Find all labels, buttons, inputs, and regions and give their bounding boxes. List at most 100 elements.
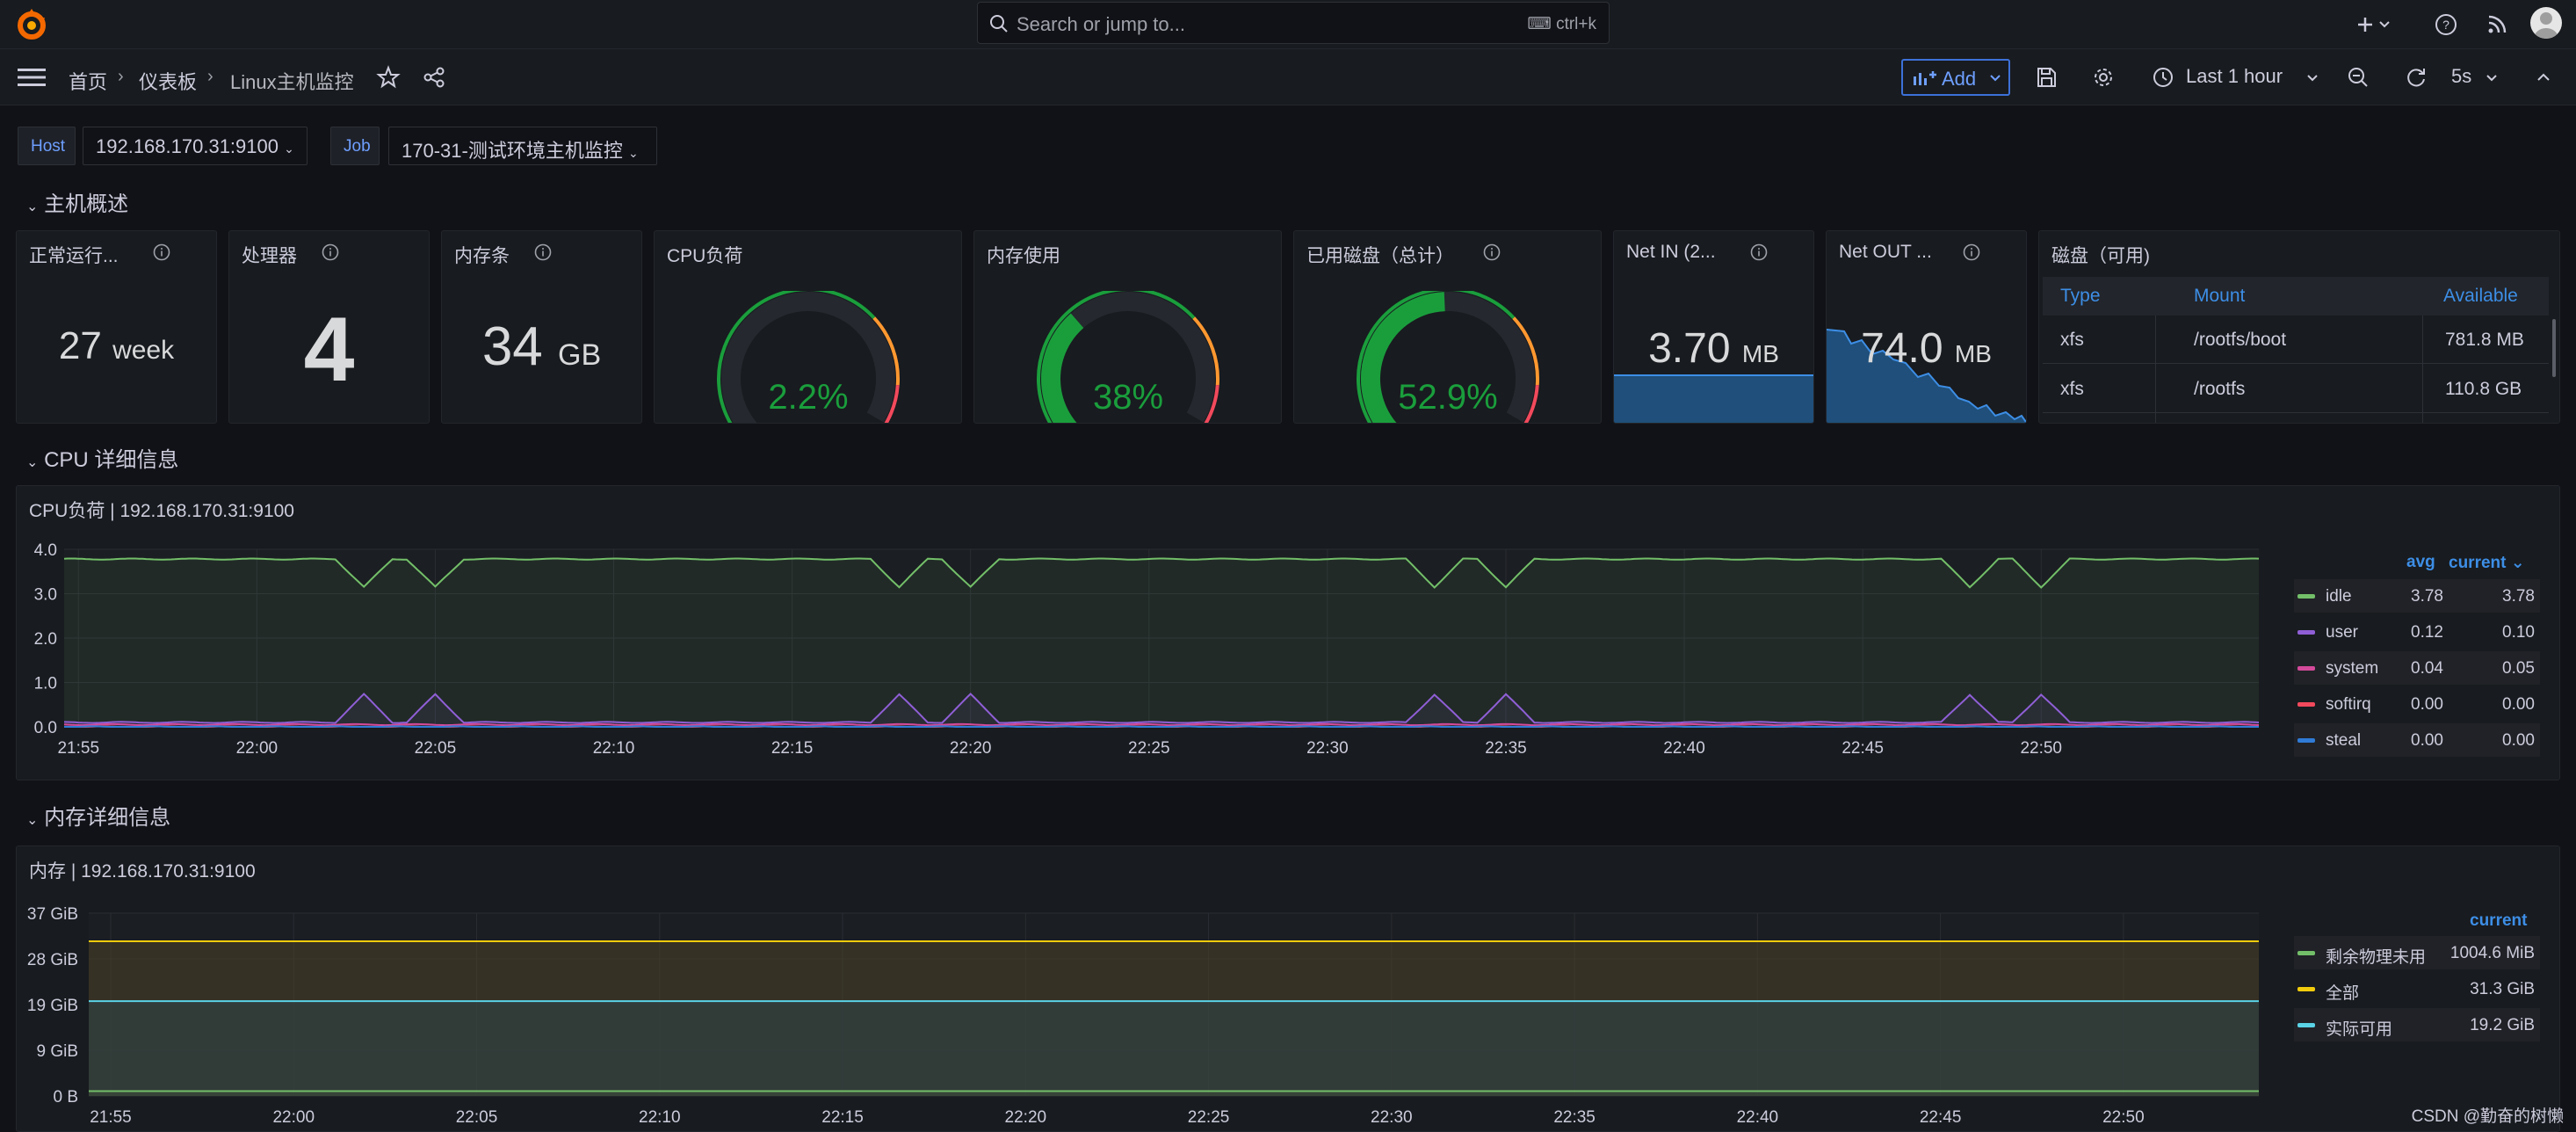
add-panel-button[interactable]: Add bbox=[1901, 59, 2010, 96]
y-tick-label: 1.0 bbox=[34, 675, 57, 693]
rss-news-icon[interactable] bbox=[2483, 11, 2511, 39]
legend-swatch bbox=[2297, 987, 2315, 991]
dashboard-nav-bar: 首页 › 仪表板 › Linux主机监控 Add Last 1 hour 5s bbox=[0, 49, 2576, 105]
legend-avg: 0.00 bbox=[2411, 695, 2443, 714]
add-label: Add bbox=[1942, 68, 1977, 90]
save-icon[interactable] bbox=[2034, 65, 2059, 90]
row-header-cpu[interactable]: ⌄ CPU 详细信息 bbox=[26, 442, 178, 473]
search-bar[interactable]: Search or jump to... ⌨ ctrl+k bbox=[977, 2, 1610, 44]
legend-name: system bbox=[2326, 659, 2379, 678]
x-tick-label: 22:20 bbox=[950, 739, 992, 758]
y-tick-label: 9 GiB bbox=[36, 1042, 78, 1061]
panel-uptime[interactable]: 正常运行... 27 week bbox=[16, 230, 217, 424]
x-tick-label: 22:50 bbox=[2020, 739, 2062, 758]
info-icon[interactable] bbox=[533, 243, 553, 262]
share-icon[interactable] bbox=[422, 65, 446, 90]
breadcrumb-dashboards[interactable]: 仪表板 bbox=[139, 67, 197, 95]
refresh-interval-picker[interactable]: 5s bbox=[2451, 65, 2471, 88]
panel-net-in[interactable]: Net IN (2... 3.70 MB bbox=[1613, 230, 1814, 424]
variable-select-host[interactable]: 192.168.170.31:9100 ⌄ bbox=[83, 127, 308, 165]
y-tick-label: 4.0 bbox=[34, 541, 57, 560]
chevron-down-icon[interactable] bbox=[2376, 11, 2393, 39]
settings-gear-icon[interactable] bbox=[2091, 65, 2116, 90]
panel-cpu-load-timeseries[interactable]: CPU负荷 | 192.168.170.31:9100 0.0 1.0 2.0 3.0… bbox=[16, 485, 2560, 780]
row-header-memory[interactable]: ⌄ 内存详细信息 bbox=[26, 800, 170, 831]
legend-item-idle[interactable]: idle 3.78 3.78 bbox=[2294, 579, 2540, 613]
refresh-icon[interactable] bbox=[2404, 65, 2428, 90]
row-title-memory: 内存详细信息 bbox=[44, 806, 171, 830]
variable-select-job[interactable]: 170-31-测试环境主机监控 ⌄ bbox=[388, 127, 657, 165]
column-header-mount[interactable]: Mount bbox=[2194, 286, 2245, 307]
panel-disk-used-gauge[interactable]: 已用磁盘（总计） 52.9% bbox=[1293, 230, 1602, 424]
time-range-picker[interactable]: Last 1 hour bbox=[2186, 65, 2283, 88]
chevron-down-icon: ⌄ bbox=[627, 146, 639, 160]
chevron-down-icon: ⌄ bbox=[284, 142, 294, 156]
legend-header-current[interactable]: current bbox=[2470, 911, 2527, 931]
cell-type: xfs bbox=[2060, 379, 2084, 399]
legend-item-softirq[interactable]: softirq 0.00 0.00 bbox=[2294, 687, 2540, 721]
chevron-down-icon[interactable] bbox=[2304, 65, 2321, 90]
gauge-value-label: 2.2% bbox=[768, 378, 848, 417]
breadcrumb-current: Linux主机监控 bbox=[230, 71, 354, 93]
legend-item[interactable]: 全部 31.3 GiB bbox=[2294, 972, 2540, 1005]
info-icon[interactable] bbox=[321, 243, 340, 262]
panel-title: CPU负荷 bbox=[667, 246, 743, 266]
zoom-out-icon[interactable] bbox=[2346, 65, 2370, 90]
legend-name: 全部 bbox=[2326, 984, 2360, 1003]
x-tick-label: 22:15 bbox=[771, 739, 814, 758]
column-header-available[interactable]: Available bbox=[2443, 286, 2518, 307]
add-panel-icon bbox=[1914, 71, 1936, 85]
x-tick-label: 22:50 bbox=[2102, 1108, 2145, 1127]
panel-net-out[interactable]: Net OUT ... 74.0 MB bbox=[1826, 230, 2027, 424]
row-header-overview[interactable]: ⌄ 主机概述 bbox=[26, 186, 128, 217]
search-icon bbox=[990, 15, 1008, 33]
help-icon[interactable]: ? bbox=[2432, 11, 2460, 39]
panel-disk-available-table[interactable]: 磁盘（可用) Type Mount Available xfs /rootfs/… bbox=[2038, 230, 2560, 424]
panel-memory-usage-gauge[interactable]: 内存使用 38% bbox=[973, 230, 1282, 424]
stat-value: 74.0 MB bbox=[1861, 325, 1992, 372]
series-line-steal[interactable] bbox=[64, 725, 2259, 728]
breadcrumb-home[interactable]: 首页 bbox=[69, 67, 107, 95]
legend-item-system[interactable]: system 0.04 0.05 bbox=[2294, 651, 2540, 685]
legend-item-steal[interactable]: steal 0.00 0.00 bbox=[2294, 723, 2540, 757]
info-icon[interactable] bbox=[152, 243, 171, 262]
y-tick-label: 0.0 bbox=[34, 719, 57, 737]
x-tick-label: 22:30 bbox=[1371, 1108, 1413, 1127]
legend-avg: 0.12 bbox=[2411, 623, 2443, 642]
y-tick-label: 37 GiB bbox=[27, 905, 78, 924]
column-divider bbox=[2422, 316, 2423, 423]
panel-cpu-count[interactable]: 处理器 4 bbox=[228, 230, 430, 424]
x-tick-label: 22:10 bbox=[593, 739, 635, 758]
grafana-logo-icon[interactable] bbox=[14, 7, 49, 42]
legend-name: 实际可用 bbox=[2326, 1020, 2393, 1039]
chevron-down-icon[interactable] bbox=[2483, 65, 2500, 90]
cpu-load-chart[interactable]: 0.0 1.0 2.0 3.0 4.0 21:55 22:00 22:05 22:10 22:15… bbox=[17, 528, 2283, 780]
table-scrollbar[interactable] bbox=[2552, 319, 2556, 377]
star-icon[interactable] bbox=[376, 65, 401, 90]
clock-icon[interactable] bbox=[2151, 65, 2175, 90]
panel-cpu-load-gauge[interactable]: CPU负荷 2.2% bbox=[654, 230, 962, 424]
column-header-type[interactable]: Type bbox=[2060, 286, 2101, 307]
panel-memory-timeseries[interactable]: 内存 | 192.168.170.31:9100 0 B 9 GiB 19 GiB 2… bbox=[16, 845, 2560, 1132]
y-tick-label: 19 GiB bbox=[27, 997, 78, 1015]
legend-item-user[interactable]: user 0.12 0.10 bbox=[2294, 615, 2540, 649]
memory-chart[interactable]: 0 B 9 GiB 19 GiB 28 GiB 37 GiB 21:55 22:00 22:0… bbox=[17, 889, 2283, 1132]
gauge-disk-used: 52.9% bbox=[1357, 291, 1539, 423]
legend-name: softirq bbox=[2326, 695, 2371, 714]
collapse-chevron-up-icon[interactable] bbox=[2534, 65, 2553, 90]
panel-title: Net IN (2... bbox=[1626, 242, 1716, 262]
column-divider bbox=[2155, 316, 2156, 423]
legend-item[interactable]: 剩余物理未用 1004.6 MiB bbox=[2294, 936, 2540, 969]
info-icon[interactable] bbox=[1962, 243, 1981, 262]
info-icon[interactable] bbox=[1749, 243, 1769, 262]
user-avatar[interactable] bbox=[2530, 7, 2562, 39]
info-icon[interactable] bbox=[1482, 243, 1501, 262]
cell-mount: /rootfs bbox=[2194, 379, 2246, 399]
legend-header-current[interactable]: current ⌄ bbox=[2449, 553, 2525, 573]
gauge-value-arc bbox=[1041, 313, 1084, 423]
legend-item[interactable]: 实际可用 19.2 GiB bbox=[2294, 1008, 2540, 1041]
user-icon bbox=[2534, 12, 2558, 39]
legend-header-avg[interactable]: avg bbox=[2406, 553, 2435, 572]
menu-icon[interactable] bbox=[18, 67, 46, 88]
panel-ram[interactable]: 内存条 34 GB bbox=[441, 230, 642, 424]
